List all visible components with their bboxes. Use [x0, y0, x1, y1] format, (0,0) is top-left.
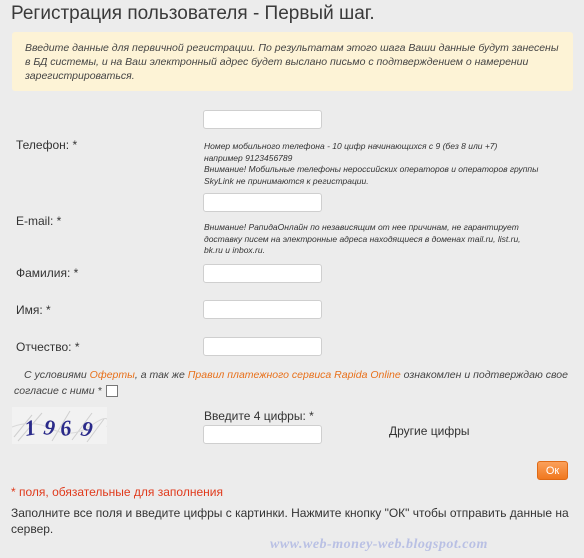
- phone-hint-line: например 9123456789: [204, 152, 293, 163]
- patronymic-label: Отчество: *: [16, 340, 80, 354]
- phone-hint-line: SkyLink не принимаются к регистрации.: [204, 175, 369, 186]
- captcha-input[interactable]: [203, 425, 322, 444]
- last-name-input[interactable]: [203, 264, 322, 283]
- captcha-label: Введите 4 цифры: *: [204, 409, 314, 423]
- email-hint-line: bk.ru и inbox.ru.: [204, 245, 265, 255]
- info-notice: Введите данные для первичной регистрации…: [12, 32, 573, 91]
- instructions-text: Заполните все поля и введите цифры с кар…: [11, 506, 569, 536]
- phone-hint: Номер мобильного телефона - 10 цифр начи…: [204, 141, 544, 187]
- consent-checkbox[interactable]: [105, 385, 118, 398]
- watermark: www.web-money-web.blogspot.com: [270, 537, 488, 552]
- first-name-input[interactable]: [203, 300, 322, 319]
- phone-input[interactable]: [203, 110, 322, 129]
- phone-label: Телефон: *: [16, 138, 78, 152]
- captcha-image-graphic: 1 9 6 9: [11, 407, 109, 444]
- email-hint-line: доставку писем на электронные адреса нах…: [204, 233, 521, 244]
- email-hint: Внимание! РапидаОнлайн по независящим от…: [204, 222, 544, 257]
- required-fields-note: * поля, обязательные для заполнения: [11, 485, 223, 499]
- ok-button[interactable]: Ок: [537, 461, 568, 480]
- phone-hint-line: Внимание! Мобильные телефоны нероссийски…: [204, 164, 539, 174]
- oferta-link[interactable]: Оферты: [90, 369, 135, 381]
- patronymic-input[interactable]: [203, 337, 322, 356]
- page-title: Регистрация пользователя - Первый шаг.: [11, 3, 375, 24]
- email-input[interactable]: [203, 193, 322, 212]
- phone-hint-line: Номер мобильного телефона - 10 цифр начи…: [204, 141, 498, 151]
- payment-rules-link[interactable]: Правил платежного сервиса Rapida Online: [188, 369, 401, 381]
- email-label: E-mail: *: [16, 214, 62, 228]
- first-name-label: Имя: *: [16, 303, 51, 317]
- last-name-label: Фамилия: *: [16, 266, 79, 280]
- consent-middle: , а так же: [134, 369, 185, 381]
- consent-text: С условиями Оферты, а так же Правил плат…: [14, 367, 574, 399]
- captcha-image: 1 9 6 9: [11, 407, 109, 444]
- email-hint-line: Внимание! РапидаОнлайн по независящим от…: [204, 222, 519, 232]
- consent-prefix: С условиями: [24, 369, 87, 381]
- refresh-captcha-link[interactable]: Другие цифры: [389, 424, 470, 438]
